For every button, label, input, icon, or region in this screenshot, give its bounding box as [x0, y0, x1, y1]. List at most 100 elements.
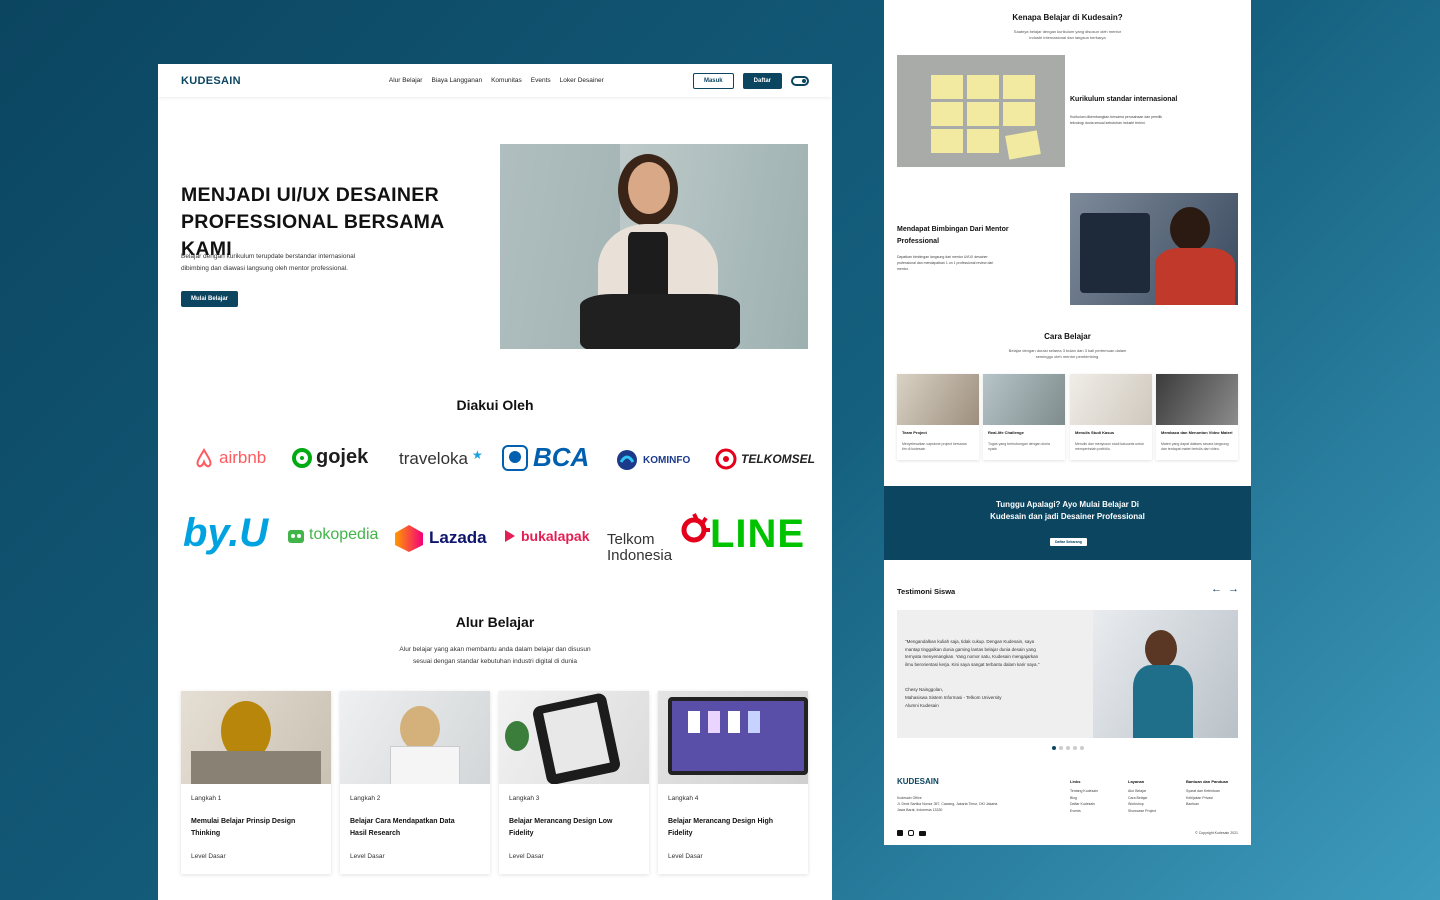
footer-col-title: Links: [1070, 779, 1081, 784]
flow-card-title: Belajar Merancang Design High Fidelity: [668, 818, 774, 837]
star-icon: ★: [471, 448, 483, 462]
carousel-dot[interactable]: [1073, 746, 1077, 750]
facebook-icon[interactable]: [897, 830, 903, 836]
nav-item-alur-belajar[interactable]: Alur Belajar: [389, 77, 423, 84]
airbnb-icon: [196, 447, 212, 468]
register-now-button[interactable]: Daftar Sekarang: [1050, 538, 1087, 546]
brand-label-tokopedia: tokopedia: [309, 526, 379, 543]
theme-toggle[interactable]: [791, 75, 809, 86]
landing-page-main: KUDESAIN Alur Belajar Biaya Langganan Ko…: [158, 64, 832, 900]
brand-label-byu: by.U: [183, 511, 269, 555]
register-button[interactable]: Daftar: [742, 72, 782, 89]
feature-2-title-line-2: Professional: [897, 238, 940, 245]
cta-banner-line-2: Kudesain dan jadi Desainer Professional: [990, 512, 1145, 521]
how-card-desc: Tugas yang berhubungan dengan dunia nyat…: [988, 442, 1050, 451]
nav-item-events[interactable]: Events: [531, 77, 551, 84]
how-card-image: [897, 374, 979, 425]
how-card-image: [1156, 374, 1238, 425]
login-button[interactable]: Masuk: [692, 72, 734, 89]
brand-label-lazada: Lazada: [429, 528, 487, 547]
brand-gojek: gojek: [292, 446, 368, 469]
nav-item-loker-desainer[interactable]: Loker Desainer: [560, 77, 604, 84]
carousel-dot-active[interactable]: [1052, 746, 1056, 750]
landing-page-secondary: Kenapa Belajar di Kudesain? Saatnya bela…: [884, 0, 1251, 845]
gojek-icon: [292, 447, 312, 468]
feature-2-title: Mendapat Bimbingan Dari Mentor Professio…: [897, 224, 1009, 248]
youtube-icon[interactable]: [919, 831, 926, 836]
testimony-card: "Mengandalkan kuliah saja, tidak cukup. …: [897, 610, 1093, 738]
feature-1-desc-line-2: teknologi dunia sesuai kebutuhan industr…: [1070, 121, 1146, 125]
feature-2-title-line-1: Mendapat Bimbingan Dari Mentor: [897, 226, 1009, 233]
instagram-icon[interactable]: [908, 830, 914, 836]
hero-subtitle-line-1: Belajar dengan kurikulum terupdate berst…: [181, 253, 356, 260]
brand-bukalapak: bukalapak: [503, 528, 589, 544]
carousel-dot[interactable]: [1066, 746, 1070, 750]
how-card-title: Real-life Challenge: [988, 430, 1024, 435]
social-icons: [897, 830, 926, 836]
brand-label-telkomsel: TELKOMSEL: [741, 452, 815, 466]
brand-label-gojek: gojek: [316, 446, 369, 468]
brand-kominfo: KOMINFO: [615, 448, 690, 472]
recognized-title: Diakui Oleh: [456, 397, 534, 413]
footer-link[interactable]: Daftar Kudesain: [1070, 801, 1098, 808]
footer-logo[interactable]: KUDESAIN: [897, 777, 939, 786]
testimony-quote-line-2: mantap tinggalkan dunia gaming lantas be…: [905, 646, 1036, 652]
footer-link[interactable]: Showcase Project: [1128, 808, 1156, 815]
flow-card-title: Belajar Cara Mendapatkan Data Hasil Rese…: [350, 818, 455, 837]
flow-card-level: Level Dasar: [668, 853, 703, 860]
carousel-dot[interactable]: [1080, 746, 1084, 750]
carousel-dot[interactable]: [1059, 746, 1063, 750]
flow-title: Alur Belajar: [455, 614, 535, 630]
nav-item-biaya-langganan[interactable]: Biaya Langganan: [431, 77, 482, 84]
brand-line: LINE: [710, 512, 805, 557]
brand-label-indonesia: Indonesia: [607, 547, 673, 564]
mentor-image: [1070, 193, 1238, 305]
brand-lazada: Lazada: [393, 523, 487, 553]
flow-card-3[interactable]: Langkah 3 Belajar Merancang Design Low F…: [499, 691, 649, 874]
testimony-name: Chesy Nainggolan,: [905, 687, 944, 692]
arrow-left-icon[interactable]: ←: [1211, 583, 1222, 595]
footer-address-line-2: Jawa Barat, Indonesia 13330: [897, 808, 943, 812]
how-card-desc: Materi yang dapat diakses secara langsun…: [1161, 442, 1229, 451]
cta-banner-line-1: Tunggu Apalagi? Ayo Mulai Belajar Di: [996, 500, 1139, 509]
testimony-quote-line-1: "Mengandalkan kuliah saja, tidak cukup. …: [905, 639, 1035, 644]
start-learning-button[interactable]: Mulai Belajar: [181, 291, 239, 307]
why-subtitle-line-2: industri internasional dan langsun berka…: [1029, 35, 1106, 40]
how-card-desc: Menulis dan menyusun studi kasuunts untu…: [1075, 442, 1144, 451]
brand-tokopedia: tokopedia: [287, 526, 378, 544]
flow-card-image: [499, 691, 649, 784]
footer-link[interactable]: Tentang Kudesain: [1070, 788, 1098, 795]
brand-bca: BCA: [501, 442, 589, 473]
footer-link[interactable]: Bantuan: [1186, 801, 1228, 808]
brand-airbnb: airbnb: [193, 447, 266, 469]
flow-card-level: Level Dasar: [350, 853, 385, 860]
how-card-4[interactable]: Membaca dan Menonton Video Materi Materi…: [1156, 374, 1238, 460]
flow-card-image: [340, 691, 490, 784]
copyright: © Copyright Kudesain 2021: [1195, 831, 1238, 835]
testimony-major: Mahasiswa Sistem Informasi - Telkom Univ…: [905, 695, 1002, 700]
brand-byu: by.U: [183, 511, 268, 556]
feature-2-desc: Dapatkan bimbingan langsung dari mentor …: [897, 254, 1017, 272]
footer-link[interactable]: Events: [1070, 808, 1098, 815]
flow-card-1[interactable]: Langkah 1 Memulai Belajar Prinsip Design…: [181, 691, 331, 874]
testimony-image: [1093, 610, 1238, 738]
brand-label-kominfo: KOMINFO: [643, 454, 691, 466]
brand-telkom-indonesia: Telkom Indonesia: [607, 512, 712, 564]
how-card-title: Membaca dan Menonton Video Materi: [1161, 430, 1233, 435]
how-title: Cara Belajar: [1044, 332, 1091, 341]
flow-card-4[interactable]: Langkah 4 Belajar Merancang Design High …: [658, 691, 808, 874]
feature-1-title: Kurikulum standar internasional: [1070, 96, 1178, 103]
arrow-right-icon[interactable]: →: [1228, 583, 1239, 595]
brand-label-line: LINE: [710, 512, 806, 556]
brand-label-telkom: Telkom: [607, 531, 655, 548]
how-card-2[interactable]: Real-life Challenge Tugas yang berhubung…: [983, 374, 1065, 460]
flow-card-2[interactable]: Langkah 2 Belajar Cara Mendapatkan Data …: [340, 691, 490, 874]
how-card-1[interactable]: Team Project Menyelesaikan capstone proj…: [897, 374, 979, 460]
how-card-3[interactable]: Menulis Studi Kasus Menulis dan menyusun…: [1070, 374, 1152, 460]
footer-help: Bantuan dan Panduan Syarat dan Ketentuan…: [1186, 779, 1228, 808]
nav-item-komunitas[interactable]: Komunitas: [491, 77, 522, 84]
flow-subtitle-line-1: Alur belajar yang akan membantu anda dal…: [399, 646, 591, 653]
how-card-title: Menulis Studi Kasus: [1075, 430, 1115, 435]
logo[interactable]: KUDESAIN: [181, 75, 241, 87]
testimony-title: Testimoni Siswa: [897, 587, 956, 596]
